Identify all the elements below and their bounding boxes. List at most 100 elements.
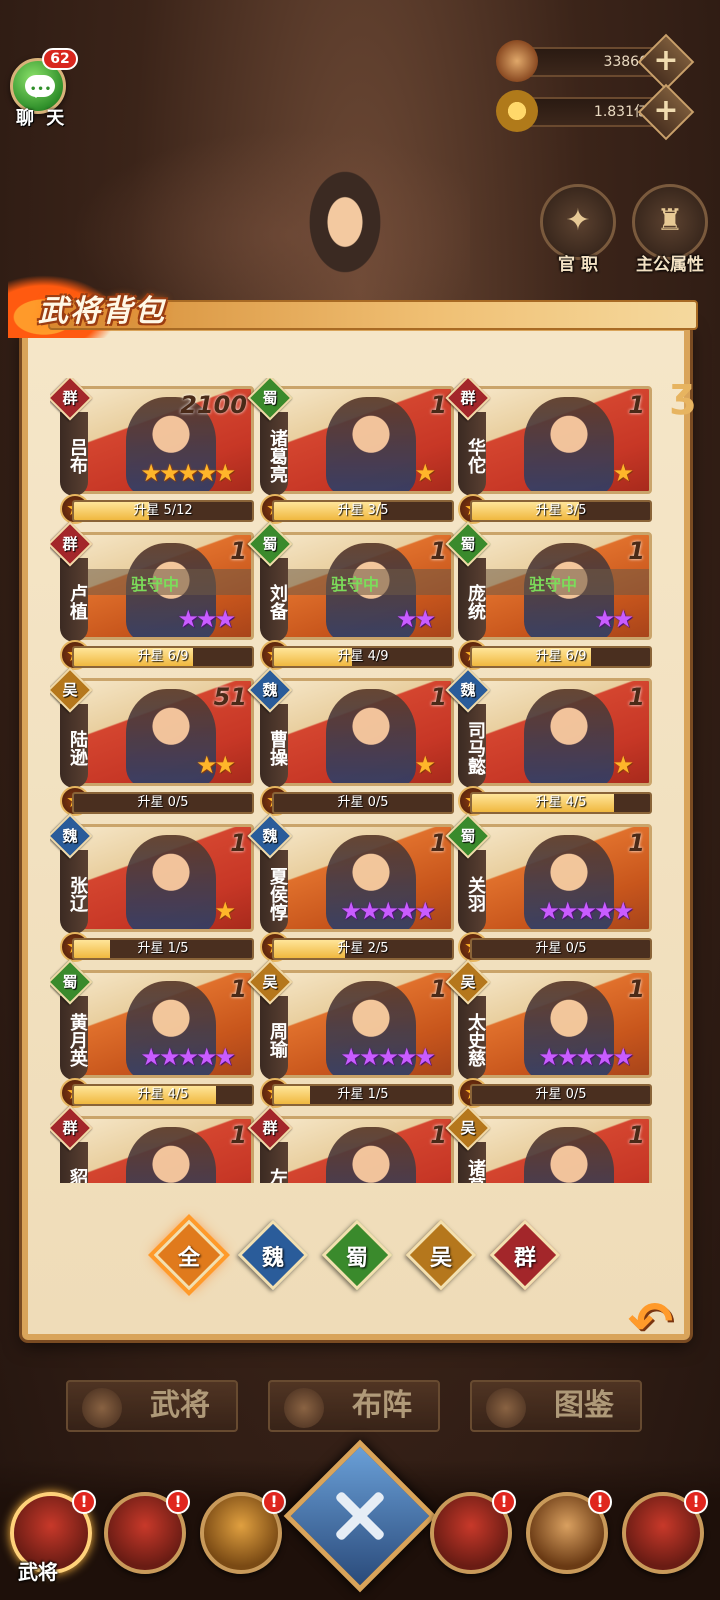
faction-label: 吴: [460, 1119, 476, 1137]
garrison-status: 驻守中: [529, 575, 578, 594]
hero-card[interactable]: 2100★★★★★吕布群★升星 5/12: [50, 378, 256, 524]
hero-count: 1: [628, 391, 645, 419]
hero-card[interactable]: 1 貂蝉 群: [50, 1105, 256, 1183]
star-up-progress-bar: 升星 3/5: [470, 500, 652, 522]
nav-drum-button[interactable]: !: [622, 1490, 708, 1574]
hero-name: 貂蝉: [60, 1142, 88, 1183]
hero-name: 华佗: [458, 412, 486, 496]
faction-label: 吴: [62, 681, 78, 699]
hero-name: 周瑜: [260, 996, 288, 1080]
star-rating: ★: [214, 897, 235, 925]
hero-count: 2100: [180, 391, 247, 419]
faction-label: 群: [62, 389, 78, 407]
star-up-progress-bar: 升星 4/5: [470, 792, 652, 814]
hero-card[interactable]: 驻守中1★★庞统蜀★升星 6/9: [445, 521, 654, 670]
hero-card-art: 1 ★★★★★: [466, 970, 652, 1078]
filter-qun-label: 群: [513, 1246, 536, 1271]
lord-attributes-button[interactable]: ♜: [632, 184, 708, 260]
progress-label: 升星 2/5: [337, 941, 389, 956]
star-up-progress-bar: 升星 4/9: [272, 646, 454, 668]
hero-card[interactable]: 1★★★★★太史慈吴★升星 0/5: [445, 959, 654, 1108]
hero-card-art: 1 ★★★★★: [68, 970, 254, 1078]
add-resource-1-button[interactable]: +: [637, 33, 695, 91]
hero-card[interactable]: 1 诸葛瑾 吴: [445, 1105, 654, 1183]
hero-name: 吕布: [60, 412, 88, 496]
filter-wei-label: 魏: [261, 1246, 284, 1271]
hero-name: 黄月英: [60, 996, 88, 1080]
star-rating: ★: [414, 459, 435, 487]
tab-generals[interactable]: 武将: [66, 1380, 238, 1432]
hero-card[interactable]: 1★张辽 魏 ★ 升星 1/5: [50, 813, 256, 962]
star-rating: ★★: [395, 605, 436, 633]
star-up-progress-bar: 升星 6/9: [72, 646, 254, 668]
faction-label: 蜀: [262, 535, 278, 553]
formation-table-icon: [284, 1388, 324, 1428]
add-resource-2-button[interactable]: +: [637, 83, 695, 141]
hero-card-art: 驻守中 1 ★★: [268, 532, 454, 640]
progress-label: 升星 1/5: [137, 941, 189, 956]
hero-portrait: [126, 835, 216, 929]
nav-target-button[interactable]: !: [526, 1490, 612, 1574]
hero-card[interactable]: 1★诸葛亮 蜀 ★ 升星 3/5: [247, 378, 456, 524]
hero-card-art: 驻守中 1 ★★: [466, 532, 652, 640]
faction-label: 蜀: [262, 389, 278, 407]
progress-label: 升星 0/5: [535, 941, 587, 956]
hero-portrait: [326, 397, 416, 491]
hero-portrait: [326, 1127, 416, 1183]
hero-portrait: [126, 1127, 216, 1183]
faction-label: 吴: [460, 973, 476, 991]
filter-wu-label: 吴: [429, 1246, 452, 1271]
hero-card[interactable]: 1★★★★★关羽蜀★升星 0/5: [445, 813, 654, 962]
faction-label: 魏: [460, 681, 476, 699]
nav-chest-button[interactable]: !: [430, 1490, 516, 1574]
hero-card-art: 2100 ★★★★★: [68, 386, 254, 494]
hero-card[interactable]: 1★★★★★黄月英蜀★升星 4/5: [50, 959, 256, 1108]
star-rating: ★: [414, 751, 435, 779]
back-button[interactable]: ↶: [628, 1290, 698, 1353]
hero-portrait: [524, 1127, 614, 1183]
hero-card[interactable]: 1★★★★★夏侯惇魏★升星 2/5: [247, 813, 456, 962]
star-rating: ★: [612, 459, 633, 487]
hero-card[interactable]: 1★司马懿 魏 ★ 升星 4/5: [445, 667, 654, 816]
nav-treasure-button[interactable]: !: [200, 1490, 286, 1574]
star-rating: ★★★: [177, 605, 236, 633]
hero-count: 1: [430, 537, 447, 565]
progress-label: 升星 3/5: [337, 503, 389, 518]
hero-name: 诸葛亮: [260, 412, 288, 496]
hero-card-art: 1: [68, 1116, 254, 1183]
hero-count: 1: [230, 1121, 247, 1149]
hero-card[interactable]: 1 左慈 群: [247, 1105, 456, 1183]
tab-generals-label: 武将: [150, 1388, 210, 1423]
hero-grid[interactable]: 2100★★★★★吕布群★升星 5/121★诸葛亮蜀★升星 3/51★华佗群★升…: [50, 378, 670, 1183]
hero-count: 1: [230, 975, 247, 1003]
hero-count: 1: [628, 537, 645, 565]
nav-equipment-button[interactable]: !: [104, 1490, 190, 1574]
tab-codex[interactable]: 图鉴: [470, 1380, 642, 1432]
progress-label: 升星 4/5: [535, 795, 587, 810]
hero-card[interactable]: 驻守中1★★刘备蜀★升星 4/9: [247, 521, 456, 670]
faction-filter: 全魏蜀吴群: [150, 1219, 570, 1300]
star-rating: ★★: [593, 605, 634, 633]
filter-all-label: 全: [177, 1246, 200, 1271]
hero-name: 陆逊: [60, 704, 88, 788]
official-rank-button[interactable]: ✦: [540, 184, 616, 260]
hero-card-art: 1 ★★★★★: [268, 824, 454, 932]
hero-name: 庞统: [458, 558, 486, 642]
faction-label: 魏: [262, 827, 278, 845]
hero-card[interactable]: 1★曹操 魏 ★ 升星 0/5: [247, 667, 456, 816]
hero-card[interactable]: 1★★★★★周瑜吴★升星 1/5: [247, 959, 456, 1108]
tab-formation[interactable]: 布阵: [268, 1380, 440, 1432]
faction-label: 魏: [262, 681, 278, 699]
hero-card[interactable]: 驻守中1★★★卢植群★升星 6/9: [50, 521, 256, 670]
hero-portrait: [524, 689, 614, 783]
hero-card[interactable]: 1★华佗 群 ★ 升星 3/5: [445, 378, 654, 524]
chat-label: 聊 天: [16, 108, 68, 129]
faction-label: 群: [262, 1119, 278, 1137]
hero-count: 1: [628, 1121, 645, 1149]
star-up-progress-bar: 升星 5/12: [72, 500, 254, 522]
hero-count: 1: [430, 1121, 447, 1149]
chat-unread-badge: 62: [42, 48, 78, 70]
hero-card[interactable]: 51★★陆逊吴★升星 0/5: [50, 667, 256, 816]
star-rating: ★★★★★: [340, 897, 436, 925]
progress-label: 升星 6/9: [137, 649, 189, 664]
